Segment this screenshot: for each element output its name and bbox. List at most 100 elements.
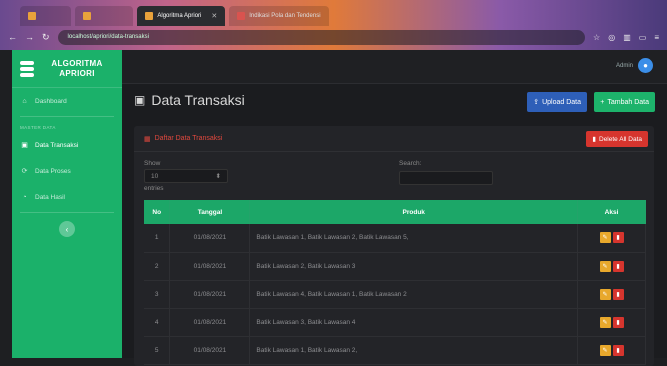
- sidebar-item-data-transaksi[interactable]: ▣ Data Transaksi: [12, 132, 122, 158]
- col-tanggal[interactable]: Tanggal: [169, 200, 251, 224]
- add-data-button[interactable]: + Tambah Data: [594, 92, 655, 112]
- avatar: ●: [638, 58, 653, 73]
- add-label: Tambah Data: [607, 98, 649, 106]
- sidebar-item-data-proses[interactable]: ⟳ Data Proses: [12, 158, 122, 184]
- cell-produk: Batik Lawasan 1, Batik Lawasan 2,: [249, 336, 579, 365]
- database-icon: [20, 60, 34, 77]
- cell-produk: Batik Lawasan 2, Batik Lawasan 3: [249, 252, 579, 281]
- upload-data-button[interactable]: ⇪ Upload Data: [527, 92, 587, 112]
- divider: [20, 116, 114, 117]
- menu-icon[interactable]: ≡: [654, 33, 659, 42]
- trash-icon[interactable]: ▮: [612, 316, 624, 328]
- reload-icon[interactable]: ↻: [42, 32, 50, 43]
- user-menu[interactable]: Admin ●: [616, 58, 653, 73]
- browser-tab-active[interactable]: Algoritma Apriori ✕: [137, 6, 226, 26]
- upload-label: Upload Data: [542, 98, 581, 106]
- trash-icon[interactable]: ▮: [612, 288, 624, 300]
- close-icon[interactable]: ✕: [211, 12, 217, 20]
- chart-icon: ◔: [22, 193, 27, 201]
- cell-tanggal: 01/08/2021: [169, 280, 251, 309]
- cell-aksi: ✎ ▮: [577, 308, 646, 337]
- cell-produk: Batik Lawasan 4, Batik Lawasan 1, Batik …: [249, 280, 579, 309]
- table-row: 2 01/08/2021 Batik Lawasan 2, Batik Lawa…: [144, 252, 646, 281]
- money-icon: ▣: [21, 142, 28, 149]
- browser-tab-blank-1[interactable]: [20, 6, 72, 26]
- dashboard-icon: ⌂: [22, 97, 27, 105]
- data-card: ▦ Daftar Data Transaksi ▮ Delete All Dat…: [134, 126, 654, 366]
- money-icon: ▣: [134, 93, 146, 107]
- page-header: ▣ Data Transaksi: [134, 92, 245, 108]
- brand-name: ALGORITMA APRIORI: [51, 58, 103, 78]
- delete-all-button[interactable]: ▮ Delete All Data: [586, 131, 648, 147]
- tab-bar: Algoritma Apriori ✕ Indikasi Pola dan Ten…: [0, 4, 667, 26]
- sidebar-item-label: Data Proses: [35, 167, 71, 175]
- table-header-row: No Tanggal Produk Aksi: [144, 200, 646, 224]
- trash-icon[interactable]: ▮: [612, 232, 624, 244]
- cell-no: 1: [144, 224, 171, 253]
- sidebar-item-label: Dashboard: [35, 97, 67, 105]
- table-icon: ▦: [144, 135, 151, 143]
- sidebar-icon[interactable]: ▭: [639, 33, 647, 42]
- edit-icon[interactable]: ✎: [599, 316, 611, 328]
- divider: [20, 212, 114, 213]
- sidebar-item-label: Data Transaksi: [35, 141, 79, 149]
- address-bar: ← → ↻ localhost/apriori/data-transaksi ☆…: [0, 27, 667, 47]
- brand[interactable]: ALGORITMA APRIORI: [12, 50, 122, 88]
- entries-value: 10: [151, 172, 159, 180]
- entries-length: Show 10 ⬍ entries: [144, 160, 228, 192]
- card-header: ▦ Daftar Data Transaksi ▮ Delete All Dat…: [134, 126, 654, 152]
- cell-produk: Batik Lawasan 3, Batik Lawasan 4: [249, 308, 579, 337]
- page-title: Data Transaksi: [151, 92, 245, 108]
- back-icon[interactable]: ←: [8, 32, 17, 42]
- favicon: [237, 12, 246, 20]
- cell-no: 2: [144, 252, 171, 281]
- edit-icon[interactable]: ✎: [599, 344, 611, 356]
- search-input[interactable]: [399, 171, 493, 185]
- sidebar-item-dashboard[interactable]: ⌂ Dashboard: [12, 88, 122, 114]
- cell-tanggal: 01/08/2021: [169, 252, 251, 281]
- edit-icon[interactable]: ✎: [599, 232, 611, 244]
- search-box: Search:: [399, 160, 493, 185]
- cell-aksi: ✎ ▮: [577, 224, 646, 253]
- sidebar-heading: MASTER DATA: [20, 125, 56, 130]
- trash-icon: ▮: [592, 136, 596, 143]
- tab-label: Algoritma Apriori: [157, 13, 202, 19]
- col-produk[interactable]: Produk: [249, 200, 579, 224]
- cell-tanggal: 01/08/2021: [169, 224, 251, 253]
- browser-chrome: Algoritma Apriori ✕ Indikasi Pola dan Ten…: [0, 0, 667, 50]
- tab-label: Indikasi Pola dan Tendensi: [249, 13, 321, 19]
- main-content: ▣ Data Transaksi ⇪ Upload Data + Tambah …: [122, 84, 667, 366]
- show-label: Show: [144, 160, 161, 167]
- browser-tab-blank-2[interactable]: [75, 6, 134, 26]
- col-aksi[interactable]: Aksi: [577, 200, 646, 224]
- topbar: Admin ●: [122, 50, 667, 84]
- trash-icon[interactable]: ▮: [612, 260, 624, 272]
- favicon: [145, 12, 154, 20]
- table-row: 5 01/08/2021 Batik Lawasan 1, Batik Lawa…: [144, 336, 646, 365]
- delete-all-label: Delete All Data: [599, 135, 642, 143]
- cell-aksi: ✎ ▮: [577, 336, 646, 365]
- chevron-left-icon[interactable]: ‹: [59, 221, 75, 237]
- user-name: Admin: [615, 62, 633, 69]
- cell-tanggal: 01/08/2021: [169, 336, 251, 365]
- col-no[interactable]: No: [144, 200, 171, 224]
- plus-icon: +: [600, 98, 605, 106]
- card-title: Daftar Data Transaksi: [154, 135, 223, 142]
- sync-icon: ⟳: [21, 168, 28, 175]
- url-field[interactable]: localhost/apriori/data-transaksi: [57, 29, 586, 45]
- forward-icon[interactable]: →: [25, 32, 34, 42]
- table-row: 3 01/08/2021 Batik Lawasan 4, Batik Lawa…: [144, 280, 646, 309]
- entries-select[interactable]: 10 ⬍: [144, 169, 228, 183]
- library-icon[interactable]: ▥: [623, 33, 631, 42]
- browser-tab-2[interactable]: Indikasi Pola dan Tendensi: [229, 6, 329, 26]
- edit-icon[interactable]: ✎: [599, 288, 611, 300]
- cell-aksi: ✎ ▮: [577, 252, 646, 281]
- edit-icon[interactable]: ✎: [599, 260, 611, 272]
- table-row: 1 01/08/2021 Batik Lawasan 1, Batik Lawa…: [144, 224, 646, 253]
- sidebar-item-data-hasil[interactable]: ◔ Data Hasil: [12, 184, 122, 210]
- favicon: [28, 12, 36, 20]
- shield-icon[interactable]: ◎: [608, 33, 615, 42]
- star-icon[interactable]: ☆: [593, 33, 600, 42]
- trash-icon[interactable]: ▮: [612, 344, 624, 356]
- cell-no: 3: [144, 280, 171, 309]
